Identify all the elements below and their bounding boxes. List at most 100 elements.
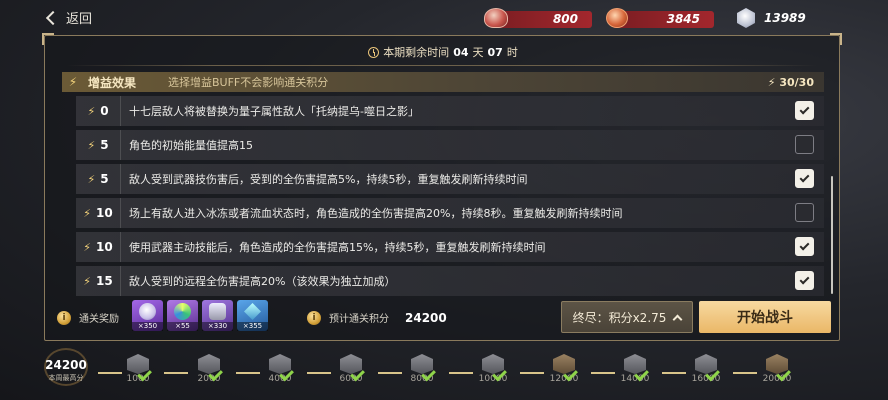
start-battle-button[interactable]: 开始战斗 (699, 301, 831, 333)
timer-label: 本期剩余时间 (383, 46, 450, 59)
divider (120, 232, 121, 262)
back-button[interactable]: 返回 (45, 6, 93, 28)
reward-item-rainbow-disc[interactable]: ×55 (167, 300, 198, 331)
track-connector (307, 372, 331, 374)
divider (120, 198, 121, 228)
buff-section-title: 增益效果 (88, 75, 137, 90)
reward-items: ×350 ×55 ×330 ×355 (132, 300, 268, 331)
buff-section-header: ⚡ 增益效果 选择增益BUFF不会影响通关积分 ⚡ 30/30 (62, 72, 824, 92)
track-connector (662, 372, 686, 374)
points-display: 13989 (736, 8, 806, 28)
score-progress-track: 24200 本周最高分 1000 2000 4000 6000 8000 100… (0, 346, 888, 400)
milestone-node[interactable]: 1000 (123, 352, 153, 396)
lightning-icon: ⚡ (68, 75, 78, 89)
buff-row[interactable]: ⚡ 5 角色的初始能量值提高15 (76, 130, 824, 160)
orange-coin-icon (606, 8, 628, 28)
reward-item-purple-orb[interactable]: ×350 (132, 300, 163, 331)
check-icon (349, 370, 364, 382)
milestone-node[interactable]: 14000 (620, 352, 650, 396)
check-icon (562, 370, 577, 382)
track-connector (520, 372, 544, 374)
buff-row[interactable]: ⚡ 10 使用武器主动技能后，角色造成的全伤害提高15%，持续5秒，重复触发刷新持… (76, 232, 824, 262)
estimated-score: i 预计通关积分 24200 (307, 310, 447, 325)
milestone-node[interactable]: 8000 (407, 352, 437, 396)
buff-cost: ⚡ 0 (76, 104, 120, 118)
currency-red-gem[interactable]: 800 (484, 8, 592, 29)
buff-checkbox[interactable] (795, 271, 814, 290)
info-coin-icon: i (57, 310, 71, 325)
buff-checkbox[interactable] (795, 101, 814, 120)
milestone-node[interactable]: 6000 (336, 352, 366, 396)
crystal-icon (737, 8, 755, 28)
check-icon (799, 274, 810, 285)
buff-description: 敌人受到的远程全伤害提高20%（该效果为独立加成） (129, 275, 396, 288)
weekly-best-score: 24200 本周最高分 (36, 348, 96, 386)
milestone-node[interactable]: 16000 (691, 352, 721, 396)
track-connector (98, 372, 122, 374)
buff-cost-value: 15 (96, 274, 113, 288)
buff-checkbox[interactable] (795, 135, 814, 154)
buff-description: 敌人受到武器技伤害后，受到的全伤害提高5%，持续5秒，重复触发刷新持续时间 (129, 173, 528, 186)
clock-icon (368, 46, 380, 58)
buff-row[interactable]: ⚡ 5 敌人受到武器技伤害后，受到的全伤害提高5%，持续5秒，重复触发刷新持续时间 (76, 164, 824, 194)
reward-item-robot-card[interactable]: ×330 (202, 300, 233, 331)
check-icon (775, 370, 790, 382)
milestone-node[interactable]: 10000 (478, 352, 508, 396)
milestone-node[interactable]: 20000 (762, 352, 792, 396)
estimated-score-value: 24200 (405, 310, 447, 325)
difficulty-mode-button[interactable]: 终尽：积分x2.75 (561, 301, 693, 333)
reward-qty: ×55 (167, 322, 198, 331)
track-connector (733, 372, 757, 374)
lightning-icon: ⚡ (83, 240, 92, 254)
check-icon (799, 240, 810, 251)
divider (67, 65, 817, 66)
reward-qty: ×355 (237, 322, 268, 331)
timer-days-unit: 天 (472, 46, 484, 59)
back-label: 返回 (66, 11, 93, 27)
reward-qty: ×350 (132, 322, 163, 331)
lightning-icon: ⚡ (83, 206, 92, 220)
buff-row[interactable]: ⚡ 0 十七层敌人将被替换为量子属性敌人「托纳提乌-噬日之影」 (76, 96, 824, 126)
timer-days: 04 (453, 45, 469, 59)
check-icon (207, 370, 222, 382)
lightning-icon: ⚡ (87, 104, 96, 118)
buff-row[interactable]: ⚡ 15 敌人受到的远程全伤害提高20%（该效果为独立加成） (76, 266, 824, 296)
buff-checkbox[interactable] (795, 169, 814, 188)
lightning-icon: ⚡ (87, 138, 96, 152)
buff-cost-value: 0 (100, 104, 109, 118)
check-icon (136, 370, 151, 382)
buff-checkbox[interactable] (795, 237, 814, 256)
buff-cost-value: 10 (96, 206, 113, 220)
milestone-node[interactable]: 2000 (194, 352, 224, 396)
divider (120, 164, 121, 194)
buff-points-value: 30/30 (779, 75, 814, 89)
check-icon (491, 370, 506, 382)
buff-description: 角色的初始能量值提高15 (129, 139, 253, 152)
rainbow-disc-icon (174, 303, 191, 320)
top-bar: 返回 800 3845 13989 (0, 0, 888, 34)
currency-orange-coin[interactable]: 3845 (606, 8, 714, 29)
buff-section-hint: 选择增益BUFF不会影响通关积分 (168, 76, 329, 89)
buff-panel: 本期剩余时间 04 天 07 时 ⚡ 增益效果 选择增益BUFF不会影响通关积分… (42, 33, 842, 342)
buff-checkbox[interactable] (795, 203, 814, 222)
milestone-node[interactable]: 4000 (265, 352, 295, 396)
rewards-label-text: 通关奖励 (79, 314, 119, 325)
track-connector (236, 372, 260, 374)
milestone-node[interactable]: 12000 (549, 352, 579, 396)
reward-item-blue-crystal[interactable]: ×355 (237, 300, 268, 331)
scrollbar[interactable] (831, 176, 833, 294)
lightning-icon: ⚡ (83, 274, 92, 288)
rewards-label: i 通关奖励 (57, 310, 119, 325)
check-icon (633, 370, 648, 382)
info-coin-icon: i (307, 310, 321, 325)
panel-footer: i 通关奖励 ×350 ×55 ×330 ×355 i 预计通关积分 24200… (45, 298, 841, 342)
track-connector (591, 372, 615, 374)
weekly-best-caption: 本周最高分 (48, 374, 84, 382)
buff-cost: ⚡ 15 (76, 274, 120, 288)
buff-cost: ⚡ 10 (76, 206, 120, 220)
buff-row[interactable]: ⚡ 10 场上有敌人进入冰冻或者流血状态时，角色造成的全伤害提高20%，持续8秒。… (76, 198, 824, 228)
divider (120, 130, 121, 160)
check-icon (799, 172, 810, 183)
check-icon (799, 104, 810, 115)
buff-list[interactable]: ⚡ 0 十七层敌人将被替换为量子属性敌人「托纳提乌-噬日之影」 ⚡ 5 角色的初始能… (76, 96, 824, 296)
